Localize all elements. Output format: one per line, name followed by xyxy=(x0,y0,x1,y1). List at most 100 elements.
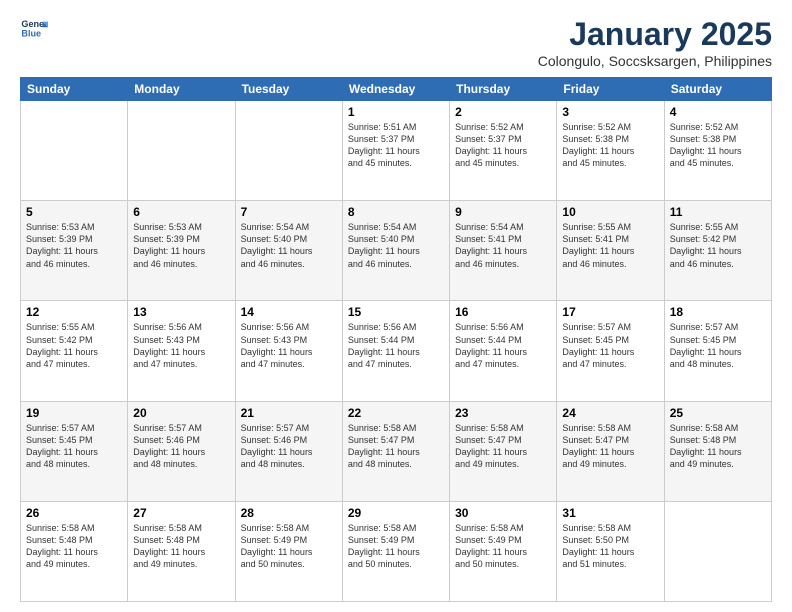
day-number: 30 xyxy=(455,506,551,520)
header: General Blue January 2025 Colongulo, Soc… xyxy=(20,16,772,69)
day-info: Sunrise: 5:58 AM Sunset: 5:47 PM Dayligh… xyxy=(348,422,444,471)
day-cell: 15Sunrise: 5:56 AM Sunset: 5:44 PM Dayli… xyxy=(342,301,449,401)
day-number: 21 xyxy=(241,406,337,420)
day-number: 14 xyxy=(241,305,337,319)
day-number: 11 xyxy=(670,205,766,219)
calendar-table: Sunday Monday Tuesday Wednesday Thursday… xyxy=(20,77,772,602)
day-info: Sunrise: 5:56 AM Sunset: 5:44 PM Dayligh… xyxy=(348,321,444,370)
day-number: 31 xyxy=(562,506,658,520)
day-info: Sunrise: 5:54 AM Sunset: 5:40 PM Dayligh… xyxy=(348,221,444,270)
day-cell: 28Sunrise: 5:58 AM Sunset: 5:49 PM Dayli… xyxy=(235,501,342,601)
day-cell: 14 Sunrise: 5:56 AM Sunset: 5:43 PM Dayli… xyxy=(235,301,342,401)
day-number: 27 xyxy=(133,506,229,520)
logo: General Blue xyxy=(20,16,48,44)
day-cell: 3 Sunrise: 5:52 AM Sunset: 5:38 PM Daylig… xyxy=(557,101,664,201)
logo-icon: General Blue xyxy=(20,16,48,44)
col-saturday: Saturday xyxy=(664,78,771,101)
day-cell: 22Sunrise: 5:58 AM Sunset: 5:47 PM Dayli… xyxy=(342,401,449,501)
day-info: Sunrise: 5:57 AM Sunset: 5:45 PM Dayligh… xyxy=(562,321,658,370)
week-row-3: 12 Sunrise: 5:55 AM Sunset: 5:42 PM Dayli… xyxy=(21,301,772,401)
day-cell: 25Sunrise: 5:58 AM Sunset: 5:48 PM Dayli… xyxy=(664,401,771,501)
day-info: Sunrise: 5:58 AM Sunset: 5:47 PM Dayligh… xyxy=(562,422,658,471)
day-cell: 29Sunrise: 5:58 AM Sunset: 5:49 PM Dayli… xyxy=(342,501,449,601)
day-cell: 12 Sunrise: 5:55 AM Sunset: 5:42 PM Dayli… xyxy=(21,301,128,401)
week-row-2: 5Sunrise: 5:53 AM Sunset: 5:39 PM Daylig… xyxy=(21,201,772,301)
calendar-title: January 2025 xyxy=(538,16,772,53)
day-info: Sunrise: 5:58 AM Sunset: 5:47 PM Dayligh… xyxy=(455,422,551,471)
day-info: Sunrise: 5:58 AM Sunset: 5:50 PM Dayligh… xyxy=(562,522,658,571)
day-number: 19 xyxy=(26,406,122,420)
week-row-1: 1 Sunrise: 5:51 AM Sunset: 5:37 PM Daylig… xyxy=(21,101,772,201)
header-row: Sunday Monday Tuesday Wednesday Thursday… xyxy=(21,78,772,101)
day-cell: 11 Sunrise: 5:55 AM Sunset: 5:42 PM Dayli… xyxy=(664,201,771,301)
day-number: 4 xyxy=(670,105,766,119)
day-number: 20 xyxy=(133,406,229,420)
col-monday: Monday xyxy=(128,78,235,101)
day-info: Sunrise: 5:51 AM Sunset: 5:37 PM Dayligh… xyxy=(348,121,444,170)
day-info: Sunrise: 5:53 AM Sunset: 5:39 PM Dayligh… xyxy=(26,221,122,270)
day-cell: 4Sunrise: 5:52 AM Sunset: 5:38 PM Daylig… xyxy=(664,101,771,201)
col-tuesday: Tuesday xyxy=(235,78,342,101)
day-info: Sunrise: 5:55 AM Sunset: 5:42 PM Dayligh… xyxy=(670,221,766,270)
day-cell: 7 Sunrise: 5:54 AM Sunset: 5:40 PM Daylig… xyxy=(235,201,342,301)
day-info: Sunrise: 5:56 AM Sunset: 5:43 PM Dayligh… xyxy=(241,321,337,370)
title-block: January 2025 Colongulo, Soccsksargen, Ph… xyxy=(538,16,772,69)
day-cell xyxy=(128,101,235,201)
day-info: Sunrise: 5:58 AM Sunset: 5:48 PM Dayligh… xyxy=(26,522,122,571)
day-cell: 10 Sunrise: 5:55 AM Sunset: 5:41 PM Dayli… xyxy=(557,201,664,301)
day-cell: 18Sunrise: 5:57 AM Sunset: 5:45 PM Dayli… xyxy=(664,301,771,401)
day-info: Sunrise: 5:55 AM Sunset: 5:41 PM Dayligh… xyxy=(562,221,658,270)
day-info: Sunrise: 5:58 AM Sunset: 5:49 PM Dayligh… xyxy=(455,522,551,571)
day-number: 24 xyxy=(562,406,658,420)
day-info: Sunrise: 5:53 AM Sunset: 5:39 PM Dayligh… xyxy=(133,221,229,270)
day-cell: 8 Sunrise: 5:54 AM Sunset: 5:40 PM Daylig… xyxy=(342,201,449,301)
day-info: Sunrise: 5:54 AM Sunset: 5:40 PM Dayligh… xyxy=(241,221,337,270)
day-number: 23 xyxy=(455,406,551,420)
day-cell xyxy=(235,101,342,201)
day-number: 26 xyxy=(26,506,122,520)
day-number: 7 xyxy=(241,205,337,219)
day-info: Sunrise: 5:57 AM Sunset: 5:46 PM Dayligh… xyxy=(133,422,229,471)
col-friday: Friday xyxy=(557,78,664,101)
day-info: Sunrise: 5:52 AM Sunset: 5:37 PM Dayligh… xyxy=(455,121,551,170)
day-info: Sunrise: 5:57 AM Sunset: 5:45 PM Dayligh… xyxy=(670,321,766,370)
calendar-subtitle: Colongulo, Soccsksargen, Philippines xyxy=(538,53,772,69)
day-number: 25 xyxy=(670,406,766,420)
day-number: 9 xyxy=(455,205,551,219)
day-number: 16 xyxy=(455,305,551,319)
day-cell: 9 Sunrise: 5:54 AM Sunset: 5:41 PM Daylig… xyxy=(450,201,557,301)
day-cell xyxy=(664,501,771,601)
day-info: Sunrise: 5:58 AM Sunset: 5:49 PM Dayligh… xyxy=(348,522,444,571)
day-cell xyxy=(21,101,128,201)
day-cell: 26 Sunrise: 5:58 AM Sunset: 5:48 PM Dayli… xyxy=(21,501,128,601)
day-info: Sunrise: 5:56 AM Sunset: 5:44 PM Dayligh… xyxy=(455,321,551,370)
day-number: 2 xyxy=(455,105,551,119)
day-cell: 16 Sunrise: 5:56 AM Sunset: 5:44 PM Dayli… xyxy=(450,301,557,401)
day-info: Sunrise: 5:56 AM Sunset: 5:43 PM Dayligh… xyxy=(133,321,229,370)
day-cell: 1 Sunrise: 5:51 AM Sunset: 5:37 PM Daylig… xyxy=(342,101,449,201)
day-number: 10 xyxy=(562,205,658,219)
col-thursday: Thursday xyxy=(450,78,557,101)
day-number: 12 xyxy=(26,305,122,319)
week-row-5: 26 Sunrise: 5:58 AM Sunset: 5:48 PM Dayli… xyxy=(21,501,772,601)
day-number: 8 xyxy=(348,205,444,219)
day-info: Sunrise: 5:55 AM Sunset: 5:42 PM Dayligh… xyxy=(26,321,122,370)
day-info: Sunrise: 5:58 AM Sunset: 5:49 PM Dayligh… xyxy=(241,522,337,571)
day-number: 1 xyxy=(348,105,444,119)
day-number: 6 xyxy=(133,205,229,219)
day-cell: 6 Sunrise: 5:53 AM Sunset: 5:39 PM Daylig… xyxy=(128,201,235,301)
day-info: Sunrise: 5:57 AM Sunset: 5:46 PM Dayligh… xyxy=(241,422,337,471)
day-cell: 23 Sunrise: 5:58 AM Sunset: 5:47 PM Dayli… xyxy=(450,401,557,501)
day-number: 3 xyxy=(562,105,658,119)
day-cell: 17Sunrise: 5:57 AM Sunset: 5:45 PM Dayli… xyxy=(557,301,664,401)
day-cell: 13Sunrise: 5:56 AM Sunset: 5:43 PM Dayli… xyxy=(128,301,235,401)
day-cell: 5Sunrise: 5:53 AM Sunset: 5:39 PM Daylig… xyxy=(21,201,128,301)
day-info: Sunrise: 5:54 AM Sunset: 5:41 PM Dayligh… xyxy=(455,221,551,270)
col-wednesday: Wednesday xyxy=(342,78,449,101)
day-cell: 27Sunrise: 5:58 AM Sunset: 5:48 PM Dayli… xyxy=(128,501,235,601)
day-info: Sunrise: 5:52 AM Sunset: 5:38 PM Dayligh… xyxy=(562,121,658,170)
day-info: Sunrise: 5:57 AM Sunset: 5:45 PM Dayligh… xyxy=(26,422,122,471)
day-cell: 30 Sunrise: 5:58 AM Sunset: 5:49 PM Dayli… xyxy=(450,501,557,601)
day-cell: 24 Sunrise: 5:58 AM Sunset: 5:47 PM Dayli… xyxy=(557,401,664,501)
page: General Blue January 2025 Colongulo, Soc… xyxy=(0,0,792,612)
